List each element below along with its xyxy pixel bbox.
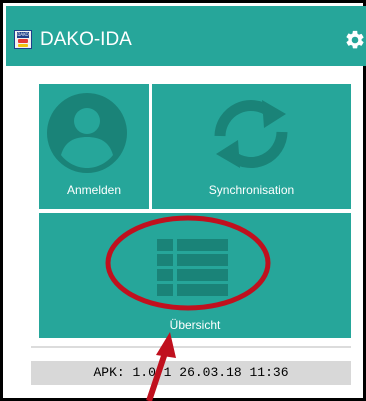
app-bar: DAKO DAKO-IDA [6, 6, 366, 66]
person-circle-icon [47, 93, 127, 173]
apk-version-text: APK: 1.0.1 26.03.18 11:36 [31, 361, 351, 385]
tile-anmelden-label: Anmelden [66, 183, 122, 197]
app-title: DAKO-IDA [40, 29, 132, 50]
tile-uebersicht-label: Übersicht [169, 318, 221, 332]
app-logo: DAKO [14, 30, 32, 49]
logo-text: DAKO [17, 32, 29, 38]
tile-synchronisation-label: Synchronisation [208, 183, 295, 197]
sync-arrows-icon [214, 100, 288, 168]
tile-synchronisation[interactable]: Synchronisation [152, 84, 351, 209]
gear-icon[interactable] [344, 29, 366, 51]
app-window: DAKO DAKO-IDA Anmelden Synchronisation Ü… [0, 0, 366, 401]
tile-uebersicht[interactable]: Übersicht [39, 213, 351, 338]
list-grid-icon [157, 239, 228, 296]
divider [31, 346, 351, 348]
tile-anmelden[interactable]: Anmelden [39, 84, 149, 209]
